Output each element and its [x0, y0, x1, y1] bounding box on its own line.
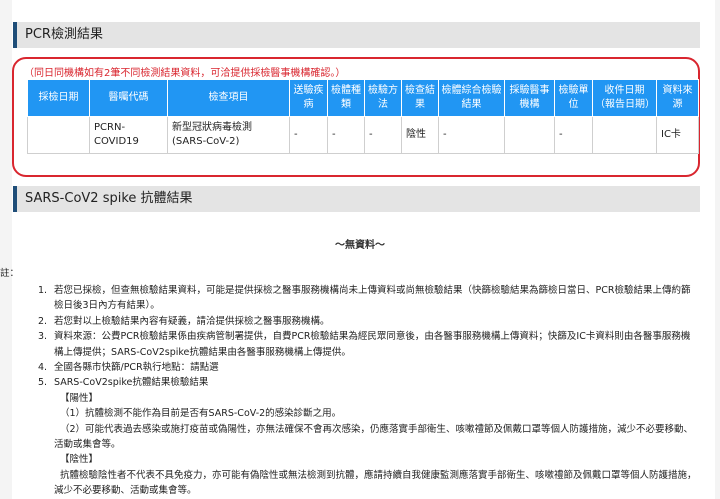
cell-combined: - — [438, 116, 505, 154]
note-text-3: 資料來源：公費PCR檢驗結果係由疾病管制署提供，自費PCR檢驗結果為經民眾同意後… — [54, 331, 691, 358]
col-header-code: 醫囑代碼 — [89, 79, 168, 117]
list-item: 3. 資料來源：公費PCR檢驗結果係由疾病管制署提供，自費PCR檢驗結果為經民眾同… — [38, 331, 691, 358]
note-text-4-link[interactable]: 全國各縣市快篩/PCR執行地點：請點選 — [54, 362, 219, 373]
col-header-disease: 送驗疾病 — [289, 79, 328, 117]
list-item: 2. 若您對以上檢驗結果內容有疑義，請洽提供採檢之醫事服務機構。 — [38, 315, 330, 327]
list-item: （2）可能代表過去感染或施打疫苗或偽陽性，亦無法確保不會再次感染，仍應落實手部衛… — [38, 422, 698, 453]
col-header-unit: 檢驗單位 — [554, 79, 593, 117]
cell-item: 新型冠狀病毒檢測(SARS-CoV-2) — [167, 116, 290, 154]
col-header-item: 檢查項目 — [167, 79, 290, 117]
negative-label: 【陰性】 — [60, 454, 99, 466]
note-text-2: 若您對以上檢驗結果內容有疑義，請洽提供採檢之醫事服務機構。 — [54, 315, 330, 327]
cell-code: PCRN-COVID19 — [89, 116, 168, 154]
note-text-5: SARS-CoV2spike抗體結果檢驗結果 — [54, 377, 209, 389]
list-item: 5. SARS-CoV2spike抗體結果檢驗結果 — [38, 377, 209, 389]
pcr-note: （同日同機構如有2筆不同檢測結果資料，可洽提供採檢醫事機構確認。） — [24, 68, 346, 79]
notes-list: 1. 若您已採檢，但查無檢驗結果資料，可能是提供採檢之醫事服務機構尚未上傳資料或尚… — [38, 283, 698, 499]
list-item: 1. 若您已採檢，但查無檢驗結果資料，可能是提供採檢之醫事服務機構尚未上傳資料或尚… — [38, 285, 691, 312]
negative-note-1: 抗體檢驗陰性者不代表不具免疫力，亦可能有偽陰性或無法檢測到抗體，應請持續自我健康… — [54, 469, 697, 497]
spike-section-title: SARS-CoV2 spike 抗體結果 — [13, 186, 700, 212]
cell-source: IC卡 — [656, 116, 699, 154]
list-item: （1）抗體檢測不能作為目前是否有SARS-CoV-2的感染診斷之用。 — [38, 406, 698, 421]
list-item: 【陰性】 — [38, 452, 698, 467]
cell-method: - — [364, 116, 402, 154]
cell-institution — [504, 116, 555, 154]
cell-disease: - — [289, 116, 328, 154]
col-header-combined: 檢體綜合檢驗結果 — [438, 79, 505, 117]
pcr-results-table: 採檢日期 醫囑代碼 檢查項目 送驗疾病 檢體種類 檢驗方法 檢查結果 檢體綜合檢… — [27, 79, 699, 154]
note-text-1: 若您已採檢，但查無檢驗結果資料，可能是提供採檢之醫事服務機構尚未上傳資料或尚無檢… — [54, 285, 691, 312]
col-header-source: 資料來源 — [656, 79, 699, 117]
cell-specimen: - — [327, 116, 365, 154]
pcr-section-title: PCR檢測結果 — [13, 22, 700, 48]
cell-received — [592, 116, 657, 154]
positive-note-2: （2）可能代表過去感染或施打疫苗或偽陽性，亦無法確保不會再次感染，仍應落實手部衛… — [54, 423, 694, 451]
list-item: 【陽性】 — [38, 391, 698, 406]
positive-label: 【陽性】 — [60, 392, 99, 404]
notes-label: 註： — [0, 268, 20, 279]
cell-result: 陰性 — [401, 116, 439, 154]
table-header-row: 採檢日期 醫囑代碼 檢查項目 送驗疾病 檢體種類 檢驗方法 檢查結果 檢體綜合檢… — [27, 79, 699, 117]
col-header-method: 檢驗方法 — [364, 79, 402, 117]
col-header-institution: 採驗醫事機構 — [504, 79, 555, 117]
list-item: 抗體檢驗陰性者不代表不具免疫力，亦可能有偽陰性或無法檢測到抗體，應請持續自我健康… — [38, 468, 698, 499]
col-header-result: 檢查結果 — [401, 79, 439, 117]
col-header-received: 收件日期（報告日期） — [592, 79, 657, 117]
col-header-date: 採檢日期 — [27, 79, 90, 117]
positive-note-1: （1）抗體檢測不能作為目前是否有SARS-CoV-2的感染診斷之用。 — [60, 408, 342, 420]
cell-date — [27, 116, 90, 154]
table-row: PCRN-COVID19 新型冠狀病毒檢測(SARS-CoV-2) - - - … — [27, 116, 699, 154]
list-item: 4. 全國各縣市快篩/PCR執行地點：請點選 — [38, 362, 219, 374]
col-header-specimen: 檢體種類 — [327, 79, 365, 117]
spike-no-data: ～無資料～ — [335, 240, 385, 251]
cell-unit: - — [554, 116, 593, 154]
